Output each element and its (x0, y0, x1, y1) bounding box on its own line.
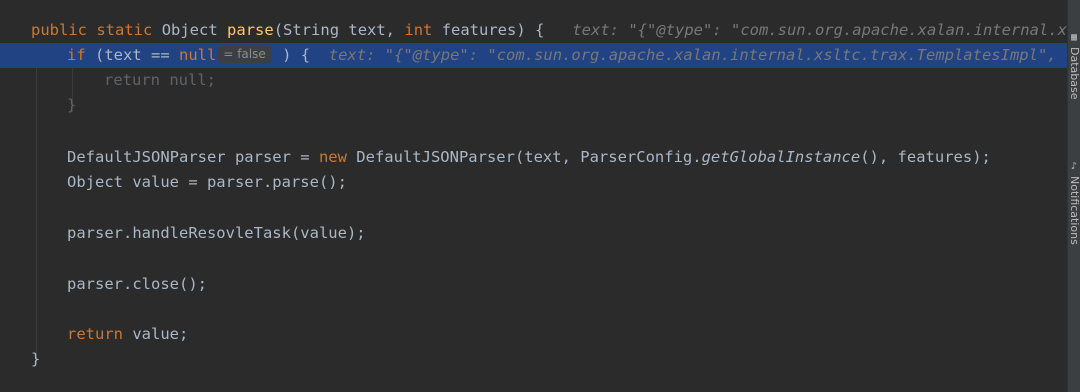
static-method-call: getGlobalInstance (701, 148, 861, 166)
keyword-public: public (31, 21, 87, 39)
statement-text: parser.close(); (67, 275, 207, 293)
code-line-parse-value[interactable]: Object value = parser.parse(); (0, 170, 1068, 195)
code-line-method-signature[interactable]: public static Object parse(String text, … (0, 18, 1068, 43)
code-line-create-parser[interactable]: DefaultJSONParser parser = new DefaultJS… (0, 145, 1068, 170)
right-tool-strip: ▦ Database ♪ Notifications (1067, 0, 1080, 392)
return-value: value; (123, 325, 189, 343)
call-args-end: (), features); (860, 148, 991, 166)
keyword-new: new (318, 148, 347, 166)
param-list-start: (String text, (273, 21, 405, 39)
closing-brace: } (67, 96, 77, 114)
return-type: Object (161, 21, 218, 39)
code-line-return-null[interactable]: return null; (0, 68, 1068, 93)
closing-brace: } (31, 350, 41, 368)
code-line-close-method[interactable]: } (0, 347, 1068, 372)
bell-icon[interactable]: ♪ (1069, 162, 1079, 172)
code-line-current-execution[interactable]: if (text == null = false ) { text: "{"@ty… (0, 43, 1068, 68)
declaration-start: DefaultJSONParser parser = (67, 148, 319, 166)
if-brace: ) { (272, 46, 311, 64)
code-line-parser-close[interactable]: parser.close(); (0, 272, 1068, 297)
debugger-inline-value: text: "{"@type": "com.sun.org.apache.xal… (328, 46, 1057, 64)
notifications-tool-tab[interactable]: Notifications (1067, 176, 1080, 245)
method-name: parse (227, 21, 274, 39)
debugger-inline-value: text: "{"@type": "com.sun.org.apache.xal… (572, 21, 1068, 39)
param-list-end: features) { (432, 21, 545, 39)
statement-text: Object value = parser.parse(); (67, 173, 347, 191)
code-line-close-if[interactable]: } (0, 93, 1068, 118)
database-icon[interactable]: ▦ (1069, 33, 1079, 43)
keyword-int: int (404, 21, 433, 39)
database-tool-tab[interactable]: Database (1067, 47, 1080, 100)
keyword-return: return (67, 325, 123, 343)
condition-text: (text == (85, 46, 179, 64)
return-value: null; (160, 71, 216, 89)
code-editor[interactable]: public static Object parse(String text, … (0, 0, 1068, 392)
keyword-if: if (67, 46, 86, 64)
keyword-static: static (96, 21, 153, 39)
code-line-handle-resolve[interactable]: parser.handleResovleTask(value); (0, 221, 1068, 246)
code-line-return-value[interactable]: return value; (0, 322, 1068, 347)
keyword-null: null (179, 46, 217, 64)
constructor-call: DefaultJSONParser(text, ParserConfig. (346, 148, 702, 166)
inlay-value-hint: = false (218, 46, 271, 63)
keyword-return: return (104, 71, 160, 89)
statement-text: parser.handleResovleTask(value); (67, 224, 366, 242)
